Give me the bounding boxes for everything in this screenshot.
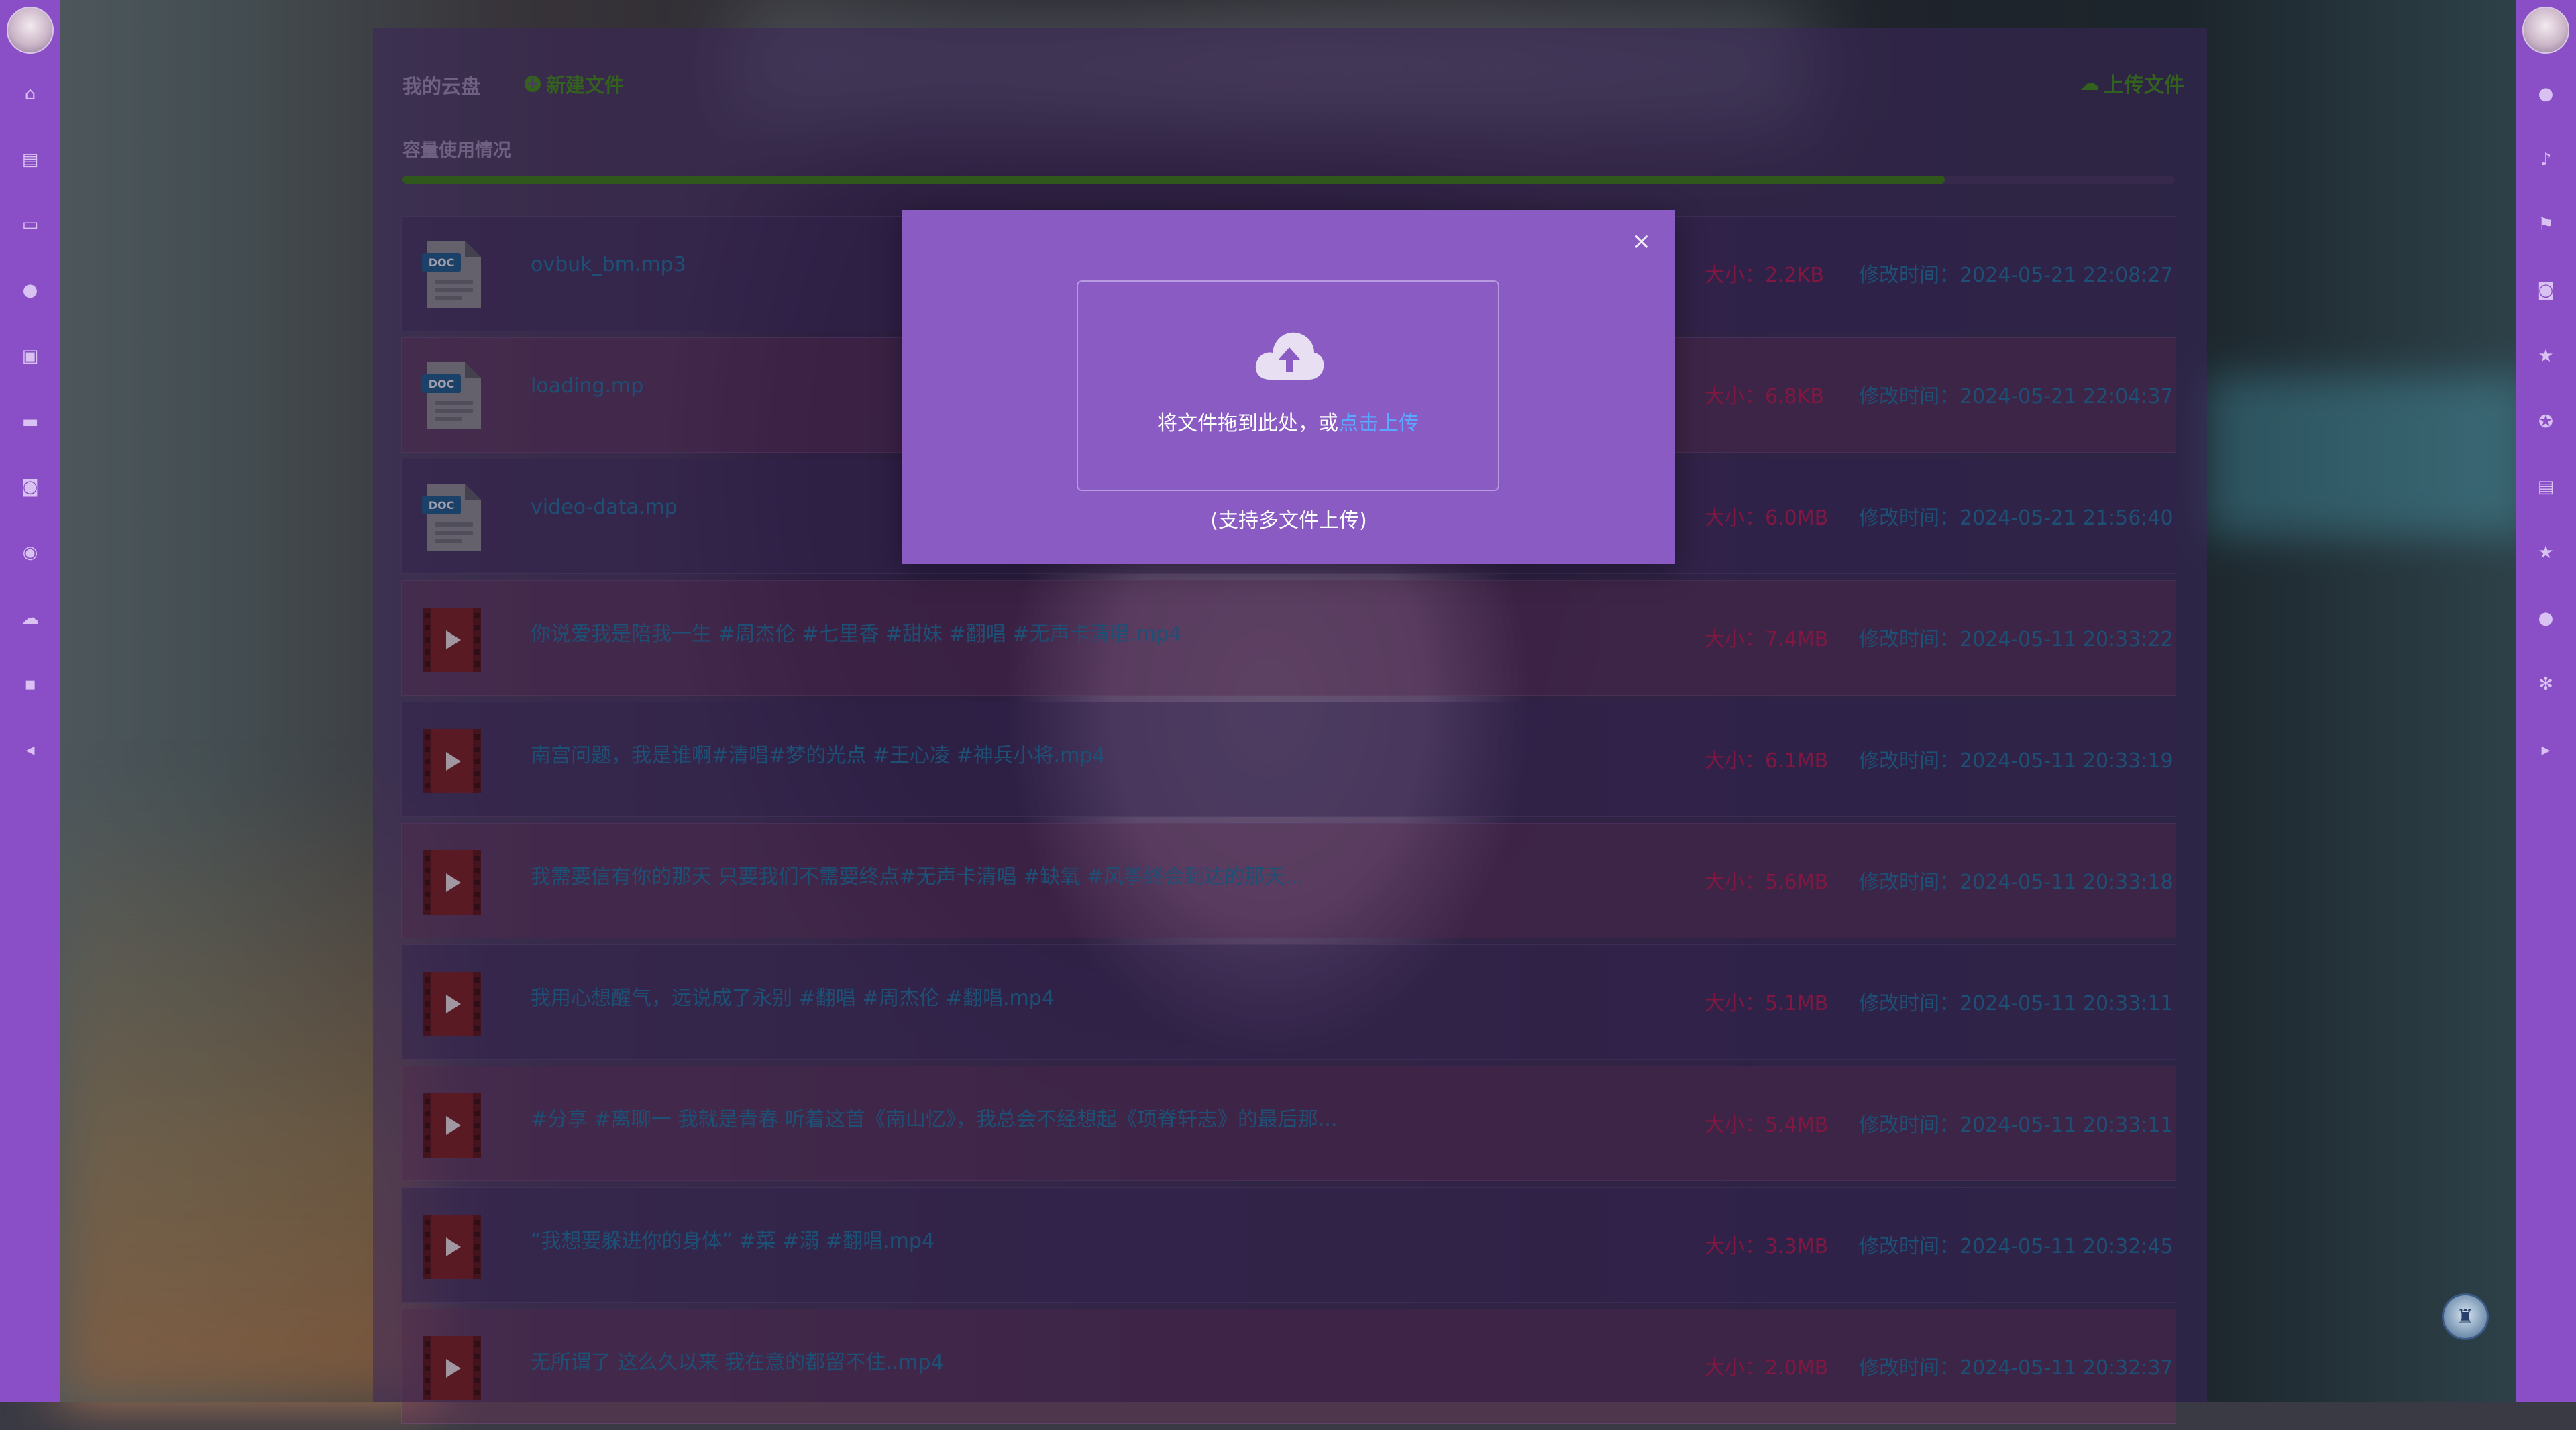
star-icon[interactable]: ★ [2536,543,2556,563]
user-icon[interactable]: ● [20,280,40,300]
avatar[interactable] [2522,7,2569,54]
bulb-icon[interactable]: ◉ [20,543,40,563]
close-icon[interactable]: × [1632,230,1652,253]
cloud-upload-icon [1255,332,1324,380]
clipboard-icon[interactable]: ▤ [2536,477,2556,497]
monitor-icon[interactable]: ▭ [20,215,40,235]
upload-dialog: × 将文件拖到此处，或点击上传 (支持多文件上传) [902,210,1675,564]
click-upload-link[interactable]: 点击上传 [1338,412,1419,435]
camera-icon[interactable]: ◙ [20,477,40,497]
chat-icon[interactable]: ▪ [20,674,40,694]
settings-circle-icon[interactable]: ✪ [2536,412,2556,432]
gear-icon[interactable]: ✻ [2536,674,2556,694]
multi-upload-hint: (支持多文件上传) [1210,509,1367,533]
left-sidebar: ⌂ ▤ ▭ ● ▣ ▬ ◙ ◉ ☁ ▪ ◂ [0,0,60,1402]
camera-icon[interactable]: ◙ [2536,280,2556,300]
cloud-icon[interactable]: ☁ [20,608,40,628]
user-icon[interactable]: ● [2536,84,2556,104]
right-sidebar: ● ♪ ⚑ ◙ ★ ✪ ▤ ★ ● ✻ ▸ [2516,0,2576,1402]
flag-icon[interactable]: ⚑ [2536,215,2556,235]
home-icon[interactable]: ⌂ [20,84,40,104]
checklist-icon[interactable]: ▣ [20,346,40,366]
drop-instructions: 将文件拖到此处，或点击上传 [1078,406,1498,436]
monitor-icon[interactable]: ▬ [20,412,40,432]
floating-shield-badge[interactable]: ♜ [2442,1293,2489,1340]
expand-right-icon[interactable]: ▸ [2536,740,2556,760]
drop-text: 将文件拖到此处，或 [1157,412,1338,435]
bell-icon[interactable]: ♪ [2536,150,2556,170]
avatar[interactable] [7,7,54,54]
user-icon[interactable]: ● [2536,608,2556,628]
star-icon[interactable]: ★ [2536,346,2556,366]
drop-zone[interactable]: 将文件拖到此处，或点击上传 [1077,280,1499,491]
collapse-left-icon[interactable]: ◂ [20,740,40,760]
clipboard-icon[interactable]: ▤ [20,150,40,170]
